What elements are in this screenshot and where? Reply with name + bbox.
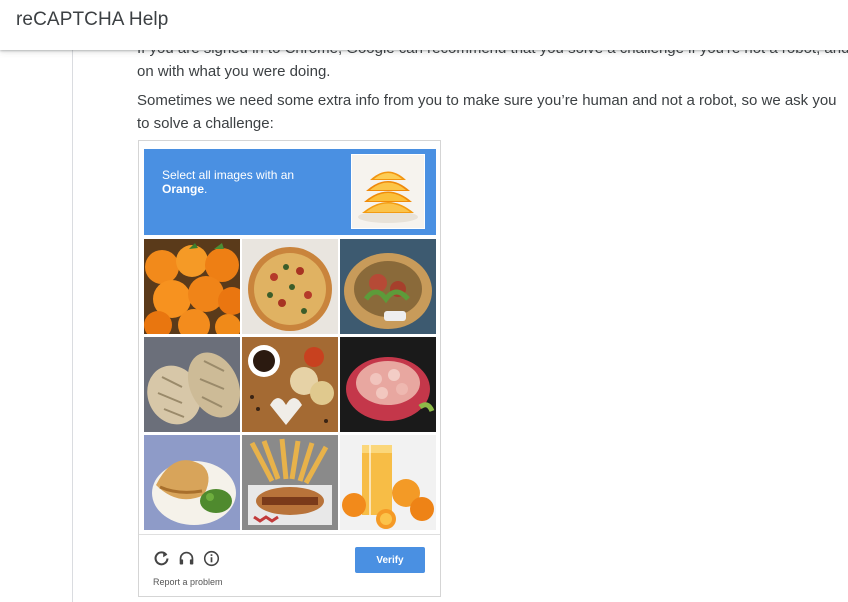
top-app-bar: reCAPTCHA Help [0,0,848,50]
tile-fries-burger[interactable] [242,435,338,530]
help-page: reCAPTCHA Help If you are signed in to C… [0,0,848,602]
instruction-target: Orange [162,182,205,196]
reload-icon[interactable] [153,550,170,567]
recaptcha-challenge-widget: Select all images with an Orange. Report… [138,140,441,597]
paragraph-1-end: on with what you were doing. [137,63,331,80]
tile-shrimp-platter[interactable] [340,337,436,432]
tile-salad-plate[interactable] [340,239,436,334]
tile-oranges[interactable] [144,239,240,334]
instruction-prefix: Select all images with an [162,168,295,182]
tile-sandwich-plate[interactable] [144,435,240,530]
tile-bread-loaves[interactable] [144,337,240,432]
tile-pizza[interactable] [242,239,338,334]
tile-orange-juice[interactable] [340,435,436,530]
challenge-instruction: Select all images with an Orange. [162,168,332,196]
page-title[interactable]: reCAPTCHA Help [16,9,168,31]
challenge-header: Select all images with an Orange. [144,149,436,235]
headphones-icon[interactable] [178,550,195,567]
challenge-image-grid [144,239,436,530]
info-icon[interactable] [203,550,220,567]
instruction-suffix: . [204,182,208,196]
tile-coffee-cookies[interactable] [242,337,338,432]
article-paragraph-2: Sometimes we need some extra info from y… [137,92,837,132]
report-problem-link[interactable]: Report a problem [153,577,223,587]
content-left-border [72,50,73,602]
challenge-footer-controls [153,550,220,567]
footer-divider [139,534,440,535]
verify-button[interactable]: Verify [355,547,425,573]
sample-orange-slices-image [351,154,425,229]
